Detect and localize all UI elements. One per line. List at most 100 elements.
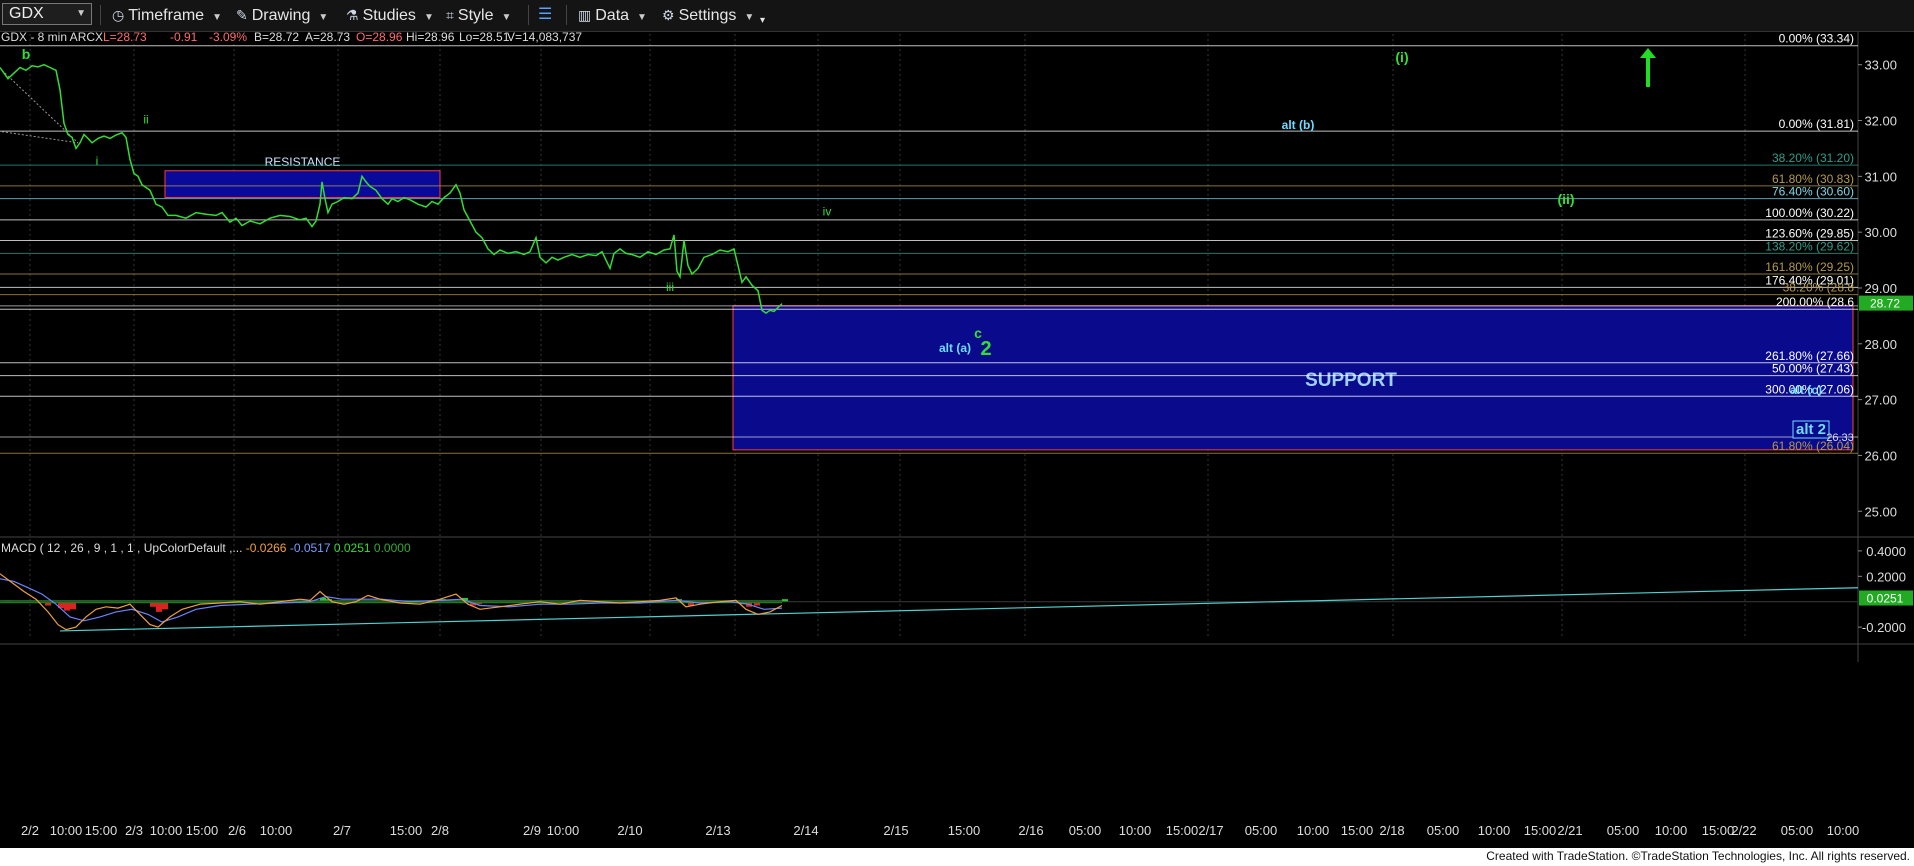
net-change: -0.91 <box>170 32 198 44</box>
bid-price: B=28.72 <box>254 32 299 44</box>
macd-header: MACD ( 12 , 26 , 9 , 1 , 1 , UpColorDefa… <box>1 541 411 555</box>
time-axis-label: 10:00 <box>1827 823 1860 838</box>
resistance-zone <box>164 170 441 199</box>
layout-icon: ☰ <box>538 6 553 23</box>
open-price: O=28.96 <box>356 32 403 44</box>
wave-label: (i) <box>1395 49 1408 65</box>
wave-label: 2 <box>980 338 991 360</box>
studies-label: Studies <box>362 7 416 24</box>
fib-label: 76.40% (30.60) <box>1772 185 1854 199</box>
axis-label: 30.00 <box>1864 225 1897 240</box>
macd-axis-label: 0.2000 <box>1866 569 1906 584</box>
volume: V=14,083,737 <box>507 32 582 44</box>
time-axis-label: 2/8 <box>431 823 449 838</box>
fib-label: 38.20% (28.8 <box>1783 281 1855 295</box>
time-axis-label: 10:00 <box>50 823 83 838</box>
time-axis-label: 05:00 <box>1069 823 1102 838</box>
wave-label: iv <box>823 204 832 218</box>
time-axis-label: 15:00 <box>390 823 423 838</box>
chart-header: GDX - 8 min ARCX L=28.73 -0.91 -3.09% B=… <box>1 32 582 44</box>
axis-label: 26.00 <box>1864 448 1897 463</box>
data-button[interactable]: ▥ Data ▼ <box>578 4 647 26</box>
time-axis-label: 15:00 <box>1524 823 1557 838</box>
macd-zero-value: 0.0000 <box>371 541 411 555</box>
time-axis-label: 2/2 <box>21 823 39 838</box>
time-axis-label: 2/16 <box>1018 823 1043 838</box>
axis-label: 27.00 <box>1864 393 1897 408</box>
timeframe-label: Timeframe <box>128 7 205 24</box>
macd-current-label: 0.0251 <box>1867 592 1904 606</box>
time-axis-label: 2/15 <box>883 823 908 838</box>
axis-label: 29.00 <box>1864 281 1897 296</box>
studies-button[interactable]: ⚗ Studies ▼ <box>346 4 434 26</box>
price-axis[interactable]: 33.00 32.00 31.00 30.00 29.00 28.00 27.00 26.00… <box>1858 58 1913 520</box>
flask-icon: ⚗ <box>346 7 359 23</box>
toolbar-divider <box>566 5 567 25</box>
chevron-down-icon: ▼ <box>744 12 755 23</box>
time-axis-label: 15:00 <box>1702 823 1735 838</box>
macd-histogram-bar <box>156 601 162 612</box>
fib-label: 200.00% (28.6 <box>1776 295 1854 309</box>
time-axis-label: 15:00 <box>948 823 981 838</box>
time-axis-label: 2/10 <box>617 823 642 838</box>
time-axis-label: 2/17 <box>1198 823 1223 838</box>
resistance-label: RESISTANCE <box>265 155 341 169</box>
time-axis-label: 05:00 <box>1607 823 1640 838</box>
time-axis-label: 2/3 <box>125 823 143 838</box>
percent-change: -3.09% <box>209 32 247 44</box>
drawing-button[interactable]: ✎ Drawing ▼ <box>236 4 328 26</box>
layout-button[interactable]: ☰ <box>538 4 552 26</box>
time-axis-label: 10:00 <box>260 823 293 838</box>
last-price: L=28.73 <box>103 32 147 44</box>
price-chart[interactable]: GDX - 8 min ARCX L=28.73 -0.91 -3.09% B=… <box>0 32 1914 848</box>
macd-trendline <box>59 587 1859 632</box>
timeframe-button[interactable]: ◷ Timeframe ▼ <box>112 4 222 26</box>
time-axis-label: 10:00 <box>1655 823 1688 838</box>
style-label: Style <box>457 7 494 24</box>
axis-label: 25.00 <box>1864 504 1897 519</box>
symbol-selector[interactable]: GDX ▼ <box>2 3 92 25</box>
axis-label: 32.00 <box>1864 114 1897 129</box>
ask-price: A=28.73 <box>305 32 350 44</box>
fib-label: 50.00% (27.43) <box>1772 362 1854 376</box>
time-axis-label: 2/14 <box>793 823 818 838</box>
footer-credit: Created with TradeStation. ©TradeStation… <box>1486 849 1910 863</box>
style-icon: ⌗ <box>446 7 454 23</box>
settings-label: Settings <box>678 7 737 24</box>
high-price: Hi=28.96 <box>406 32 455 44</box>
fib-label: 138.20% (29.62) <box>1765 239 1854 253</box>
macd-axis-label: 0.4000 <box>1866 544 1906 559</box>
wave-label: ii <box>143 112 148 126</box>
symbol-value[interactable]: GDX <box>9 4 44 24</box>
time-axis[interactable]: 2/2 10:00 15:00 2/3 10:00 15:00 2/6 10:00 2/7 15:… <box>21 823 1859 838</box>
axis-label: 33.00 <box>1864 58 1897 73</box>
time-axis-label: 15:00 <box>1341 823 1374 838</box>
toolbar-overflow-icon[interactable]: ▾ <box>760 10 765 32</box>
symbol-info: GDX - 8 min ARCX <box>1 32 103 44</box>
settings-button[interactable]: ⚙ Settings ▼ <box>662 4 754 26</box>
support-label: SUPPORT <box>1305 370 1397 391</box>
wave-label: i <box>96 154 99 168</box>
style-button[interactable]: ⌗ Style ▼ <box>446 4 511 26</box>
chevron-down-icon[interactable]: ▼ <box>76 4 86 24</box>
wave-label: alt (c) <box>1790 383 1822 397</box>
alt2-label: alt 2 <box>1796 421 1826 438</box>
toolbar-divider <box>528 5 529 25</box>
chevron-down-icon: ▼ <box>423 12 434 23</box>
chevron-down-icon: ▼ <box>318 12 329 23</box>
wave-label: alt (a) <box>939 341 971 355</box>
time-axis-label: 15:00 <box>1166 823 1199 838</box>
time-axis-label: 10:00 <box>1119 823 1152 838</box>
time-axis-label: 2/13 <box>705 823 730 838</box>
chevron-down-icon: ▼ <box>637 12 647 23</box>
last-price-label: 28.72 <box>1870 297 1900 311</box>
low-price: Lo=28.51 <box>459 32 510 44</box>
time-axis-label: 10:00 <box>1478 823 1511 838</box>
time-axis-label: 10:00 <box>1297 823 1330 838</box>
wave-label: alt (b) <box>1282 118 1315 132</box>
up-arrow-icon <box>1640 47 1656 58</box>
time-axis-label: 10:00 <box>547 823 580 838</box>
time-axis-label: 15:00 <box>186 823 219 838</box>
macd-diff-value: 0.0251 <box>331 541 371 555</box>
time-axis-label: 2/18 <box>1379 823 1404 838</box>
